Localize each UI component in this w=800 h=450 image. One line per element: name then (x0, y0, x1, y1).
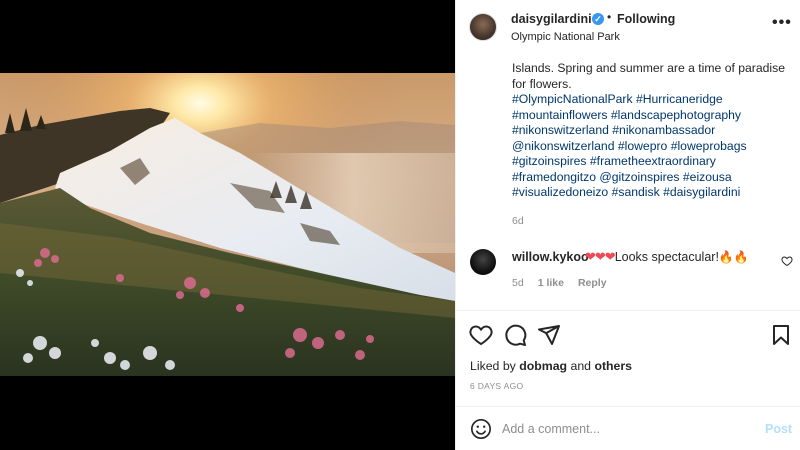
liked-by-summary: Liked by dobmag and others (470, 359, 632, 373)
post-location[interactable]: Olympic National Park (511, 31, 620, 43)
hashtag-link[interactable]: #nikonswitzerland #nikonambassador (512, 123, 715, 137)
post-header: daisygilardini ✓ • Following Olympic Nat… (456, 0, 800, 56)
liked-by-prefix: Liked by (470, 359, 516, 373)
caption-timestamp[interactable]: 6d (512, 215, 524, 227)
fire-emoji: 🔥🔥 (718, 250, 749, 264)
heart-outline-icon[interactable] (469, 323, 493, 347)
caption-text-line: for flowers. (512, 76, 572, 91)
verified-badge-icon: ✓ (592, 13, 604, 25)
comment-body: Looks spectacular! (614, 250, 719, 264)
hashtag-link[interactable]: #mountainflowers #landscapephotography (512, 108, 741, 122)
post-modal: daisygilardini ✓ • Following Olympic Nat… (0, 0, 800, 450)
bookmark-icon[interactable] (769, 323, 793, 347)
post-photo[interactable] (0, 73, 455, 376)
more-options-icon[interactable]: ••• (772, 14, 792, 32)
caption-hashtags: #OlympicNationalPark #Hurricaneridge #mo… (512, 92, 796, 201)
liked-by-and: and (570, 359, 592, 373)
media-pane (0, 0, 455, 450)
smiley-face-icon[interactable] (470, 418, 492, 440)
comment-input[interactable] (502, 418, 742, 440)
comment-item: willow.kykoo ❤❤❤Looks spectacular!🔥🔥 5d 1… (456, 244, 800, 294)
liked-by-user-link[interactable]: dobmag (519, 359, 567, 373)
comment-composer: Post (456, 406, 800, 450)
comment-timestamp[interactable]: 5d (512, 277, 524, 289)
paper-plane-icon[interactable] (537, 323, 561, 347)
liked-by-others-link[interactable]: others (594, 359, 632, 373)
caption-text-line: Islands. Spring and summer are a time of… (512, 61, 785, 75)
post-comment-button[interactable]: Post (765, 422, 792, 436)
hashtag-link[interactable]: #OlympicNationalPark #Hurricaneridge (512, 92, 723, 106)
hashtag-link[interactable]: #framedongitzo @gitzoinspires #eizousa (512, 170, 732, 184)
post-actions: Liked by dobmag and others 6 DAYS AGO (456, 310, 800, 420)
comment-reply-button[interactable]: Reply (578, 277, 607, 289)
commenter-avatar[interactable] (470, 249, 496, 275)
hashtag-link[interactable]: @nikonswitzerland #lowepro #loweprobags (512, 139, 747, 153)
comment-likes-link[interactable]: 1 like (538, 277, 564, 289)
hearts-emoji: ❤❤❤ (585, 249, 616, 264)
post-timestamp[interactable]: 6 DAYS AGO (470, 381, 523, 391)
comment-bubble-icon[interactable] (503, 323, 527, 347)
author-username[interactable]: daisygilardini (511, 12, 592, 26)
comment-meta: 5d 1 like Reply (512, 277, 607, 289)
author-avatar[interactable] (469, 13, 497, 41)
post-caption: Islands. Spring and summer are a time of… (512, 61, 796, 201)
hashtag-link[interactable]: #visualizedoneizo #sandisk #daisygilardi… (512, 185, 740, 199)
hashtag-link[interactable]: #gitzoinspires #frametheextraordinary (512, 154, 716, 168)
post-sidebar: daisygilardini ✓ • Following Olympic Nat… (455, 0, 800, 450)
comment-text: ❤❤❤Looks spectacular!🔥🔥 (585, 249, 749, 265)
header-separator: • (607, 10, 612, 24)
follow-status-button[interactable]: Following (617, 12, 675, 26)
commenter-username[interactable]: willow.kykoo (512, 250, 589, 264)
heart-outline-icon[interactable] (781, 255, 793, 267)
